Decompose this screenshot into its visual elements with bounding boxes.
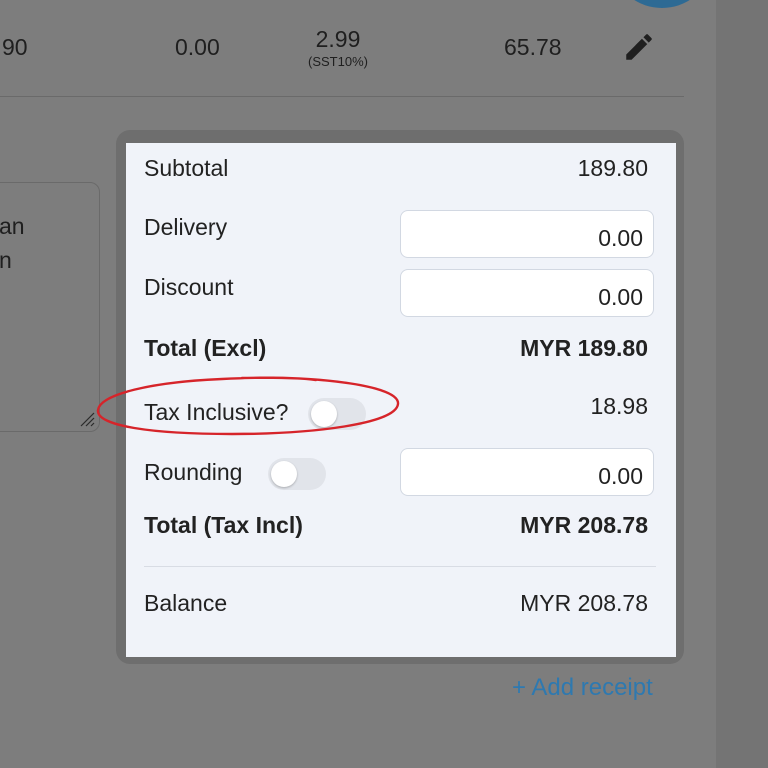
notes-text-line: an	[0, 213, 25, 239]
toggle-knob	[271, 461, 297, 487]
total-excl-label: Total (Excl)	[144, 335, 267, 361]
total-incl-label: Total (Tax Incl)	[144, 512, 303, 538]
row-divider	[0, 96, 684, 97]
summary-panel: Subtotal 189.80 Delivery 0.00 Discount 0…	[126, 143, 676, 657]
subtotal-label: Subtotal	[144, 155, 229, 181]
line-item-partial-value: 90	[2, 34, 28, 60]
notes-textarea[interactable]: an n	[0, 182, 100, 432]
rounding-label: Rounding	[144, 459, 243, 485]
rounding-input[interactable]: 0.00	[400, 448, 654, 496]
discount-input[interactable]: 0.00	[400, 269, 654, 317]
resize-grip-icon[interactable]	[79, 411, 95, 427]
total-incl-value: MYR 208.78	[520, 512, 648, 538]
line-item-tax-amount: 2.99	[315, 26, 361, 52]
tax-inclusive-toggle[interactable]	[308, 398, 366, 430]
line-item-tax: 2.99 (SST10%)	[300, 26, 376, 69]
notes-text-line: n	[0, 247, 12, 273]
balance-value: MYR 208.78	[520, 590, 648, 616]
tax-inclusive-label: Tax Inclusive?	[144, 399, 289, 425]
delivery-input[interactable]: 0.00	[400, 210, 654, 258]
line-item-discount: 0.00	[175, 34, 220, 60]
line-item-total: 65.78	[504, 34, 562, 60]
pencil-icon[interactable]	[622, 30, 656, 64]
summary-divider	[144, 566, 656, 567]
line-item-tax-code: (SST10%)	[308, 54, 368, 69]
toggle-knob	[311, 401, 337, 427]
delivery-label: Delivery	[144, 214, 228, 240]
background-scroll-strip	[716, 0, 768, 768]
tax-amount-value: 18.98	[590, 393, 648, 419]
discount-label: Discount	[144, 274, 234, 300]
total-excl-value: MYR 189.80	[520, 335, 648, 361]
balance-label: Balance	[144, 590, 228, 616]
add-receipt-link[interactable]: + Add receipt	[512, 674, 653, 702]
subtotal-value: 189.80	[577, 155, 648, 181]
rounding-toggle[interactable]	[268, 458, 326, 490]
line-item-row: 90 0.00 2.99 (SST10%) 65.78	[0, 22, 716, 82]
